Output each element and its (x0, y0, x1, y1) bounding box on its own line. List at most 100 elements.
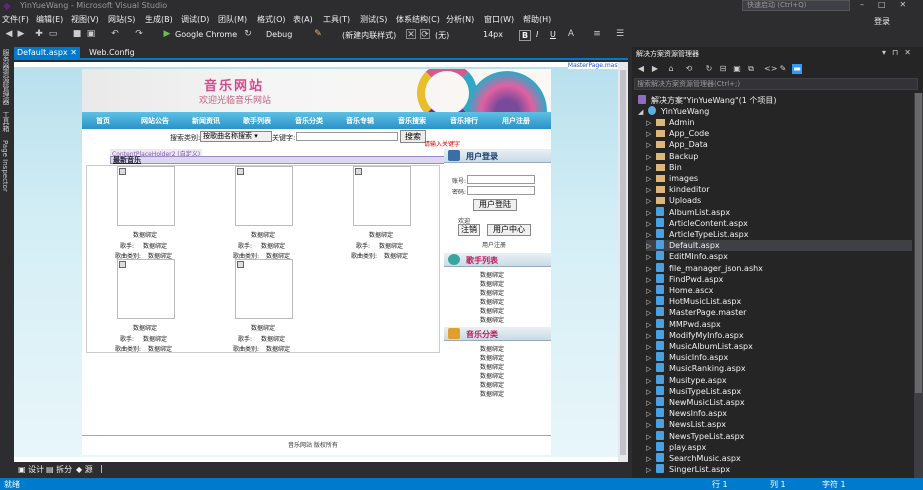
menu-team[interactable]: 团队(M) (218, 14, 247, 25)
menu-edit[interactable]: 编辑(E) (36, 14, 63, 25)
back-icon[interactable]: ◀ (636, 64, 646, 74)
menu-table[interactable]: 表(A) (293, 14, 313, 25)
file-node[interactable]: ▷ NewsTypeList.aspx (646, 430, 912, 442)
sync-icon[interactable]: ⟲ (684, 64, 694, 74)
refresh-icon[interactable]: ↻ (704, 64, 714, 74)
folder-node[interactable]: ▷ App_Data (646, 139, 912, 150)
source-view-button[interactable]: ◆ 源 (76, 464, 93, 475)
tag-navigator[interactable]: | (100, 464, 103, 473)
music-item[interactable]: 数据绑定 歌手: 数据绑定 歌曲类别: 数据绑定 (103, 259, 203, 353)
file-node[interactable]: ▷ SingerList.aspx (646, 464, 912, 475)
solution-node[interactable]: 解决方案"YinYueWang"(1 个项目) (638, 95, 777, 106)
collapse-icon[interactable]: ⊟ (718, 64, 728, 74)
file-node[interactable]: ▷ HotMusicList.aspx (646, 296, 912, 307)
file-node[interactable]: ▷ ArticleContent.aspx (646, 217, 912, 229)
preview-icon[interactable]: ▬ (792, 64, 802, 74)
panel-controls[interactable]: ▾⊓✕ (882, 48, 917, 57)
search-button[interactable]: 搜索 (400, 130, 426, 143)
folder-node[interactable]: ▷ Admin (646, 117, 912, 128)
keyword-input[interactable] (296, 132, 398, 141)
folder-node[interactable]: ▷ App_Code (646, 128, 912, 139)
undo-icon[interactable]: ↶ (110, 29, 120, 39)
folder-node[interactable]: ▷ Uploads (646, 195, 912, 206)
tab-default-aspx[interactable]: Default.aspx ✕ (14, 47, 80, 60)
menu-window[interactable]: 窗口(W) (484, 14, 514, 25)
nav-home[interactable]: 首页 (96, 116, 110, 126)
show-all-icon[interactable]: ▣ (732, 64, 742, 74)
forward-icon[interactable]: ▶ (16, 29, 26, 39)
save-icon[interactable]: ■ (72, 29, 82, 39)
page-inspector-tab[interactable]: Page Inspector (1, 140, 9, 192)
underline-button[interactable]: U (550, 30, 556, 39)
folder-node[interactable]: ▷ Bin (646, 162, 912, 173)
project-node[interactable]: ◢ YinYueWang (638, 106, 709, 117)
music-item[interactable]: 数据绑定 歌手: 数据绑定 歌曲类别: 数据绑定 (221, 259, 321, 353)
new-project-icon[interactable]: ✚ (34, 29, 44, 39)
login-button[interactable]: 用户登陆 (473, 199, 517, 211)
scrollbar-thumb[interactable] (915, 93, 922, 393)
menu-view[interactable]: 视图(V) (71, 14, 99, 25)
server-explorer-tab[interactable]: 服务器资源管理器 (1, 49, 11, 105)
menu-format[interactable]: 格式(O) (257, 14, 286, 25)
scrollbar-thumb[interactable] (620, 70, 626, 455)
logout-button[interactable]: 注销 (458, 224, 480, 236)
solution-search-input[interactable]: 搜索解决方案资源管理器(Ctrl+;) (634, 78, 918, 90)
file-node[interactable]: ▷ play.aspx (646, 441, 912, 453)
nav-news[interactable]: 新闻资讯 (192, 116, 220, 126)
properties-icon[interactable]: ✎ (778, 64, 788, 74)
nav-announce[interactable]: 网站公告 (141, 116, 169, 126)
forward-icon[interactable]: ▶ (650, 64, 660, 74)
folder-node[interactable]: ▷ Backup (646, 151, 912, 162)
placeholder-bar[interactable]: 最新音乐 (110, 156, 445, 164)
search-category-select[interactable]: 按歌曲名称搜索 ▾ (200, 131, 272, 142)
menu-analyze[interactable]: 分析(N) (446, 14, 474, 25)
category-list-item[interactable]: 数据绑定 (480, 380, 504, 389)
menu-website[interactable]: 网站(S) (108, 14, 135, 25)
code-icon[interactable]: <> (764, 64, 777, 74)
folder-node[interactable]: ▷ kindeditor (646, 184, 912, 195)
config-select[interactable]: Debug (266, 30, 292, 39)
font-size-select[interactable]: 14px (483, 30, 503, 39)
copy-icon[interactable]: ⧉ (746, 64, 756, 74)
align-icon[interactable]: ≡ (592, 29, 602, 39)
file-node[interactable]: ▷ MasterPage.master (646, 307, 912, 318)
singer-list-item[interactable]: 数据绑定 (480, 306, 504, 315)
category-list-item[interactable]: 数据绑定 (480, 371, 504, 380)
login-link[interactable]: 登录 (874, 16, 890, 27)
italic-button[interactable]: I (536, 30, 538, 39)
style-icon[interactable]: ✎ (313, 29, 323, 39)
list-icon[interactable]: ☰ (615, 29, 625, 39)
nav-categories[interactable]: 音乐分类 (295, 116, 323, 126)
register-link[interactable]: 用户注册 (482, 240, 506, 249)
home-icon[interactable]: ⌂ (666, 64, 676, 74)
menu-architecture[interactable]: 体系结构(C) (396, 14, 440, 25)
file-node[interactable]: ▷ Default.aspx (646, 240, 912, 252)
file-node[interactable]: ▷ ArticleTypeList.aspx (646, 229, 912, 240)
nav-singers[interactable]: 歌手列表 (243, 116, 271, 126)
expand-arrow-icon[interactable]: ▷ (646, 465, 656, 476)
nav-register[interactable]: 用户注册 (502, 116, 530, 126)
singer-list-item[interactable]: 数据绑定 (480, 279, 504, 288)
file-node[interactable]: ▷ MusicAlbumList.aspx (646, 341, 912, 352)
file-node[interactable]: ▷ AlbumList.aspx (646, 206, 912, 218)
singer-list-item[interactable]: 数据绑定 (480, 315, 504, 324)
nav-albums[interactable]: 音乐专辑 (346, 116, 374, 126)
designer-scrollbar[interactable] (618, 62, 628, 462)
menu-file[interactable]: 文件(F) (2, 14, 29, 25)
music-item[interactable]: 数据绑定 歌手: 数据绑定 歌曲类别: 数据绑定 (221, 166, 321, 260)
file-node[interactable]: ▷ MMPwd.aspx (646, 318, 912, 330)
music-item[interactable]: 数据绑定 歌手: 数据绑定 歌曲类别: 数据绑定 (103, 166, 203, 260)
menu-test[interactable]: 测试(S) (360, 14, 387, 25)
browser-select[interactable]: Google Chrome (175, 30, 237, 39)
user-center-button[interactable]: 用户中心 (487, 224, 531, 236)
design-view-button[interactable]: ▣ 设计 (18, 464, 44, 475)
tab-pin-icon[interactable]: ✕ (70, 48, 77, 57)
run-icon[interactable]: ▶ (162, 29, 172, 39)
refresh-icon[interactable]: ↻ (243, 29, 253, 39)
tab-web-config[interactable]: Web.Config (86, 47, 138, 60)
solution-scrollbar[interactable] (914, 93, 923, 478)
quick-launch-input[interactable]: 快速启动 (Ctrl+Q) (742, 0, 850, 11)
back-icon[interactable]: ◀ (4, 29, 14, 39)
open-icon[interactable]: ▭ (48, 29, 58, 39)
file-node[interactable]: ▷ NewsInfo.aspx (646, 408, 912, 419)
